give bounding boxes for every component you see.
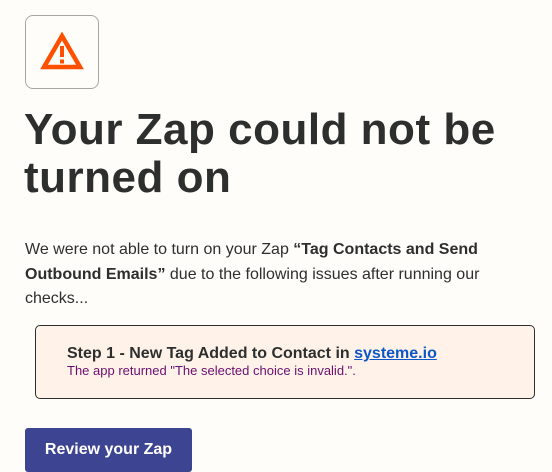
warning-icon-container (25, 15, 99, 89)
intro-prefix: We were not able to turn on your Zap (25, 241, 294, 258)
step-label: Step 1 - New Tag Added to Contact in (67, 345, 355, 362)
app-link[interactable]: systeme.io (354, 345, 437, 362)
step-title: Step 1 - New Tag Added to Contact in sys… (67, 344, 534, 363)
page-title: Your Zap could not be turned on (24, 105, 496, 202)
error-message: The app returned "The selected choice is… (67, 363, 356, 378)
review-zap-button[interactable]: Review your Zap (25, 428, 192, 472)
warning-triangle-icon (40, 32, 84, 70)
intro-text: We were not able to turn on your Zap “Ta… (25, 238, 525, 312)
error-card: Step 1 - New Tag Added to Contact in sys… (35, 325, 535, 399)
